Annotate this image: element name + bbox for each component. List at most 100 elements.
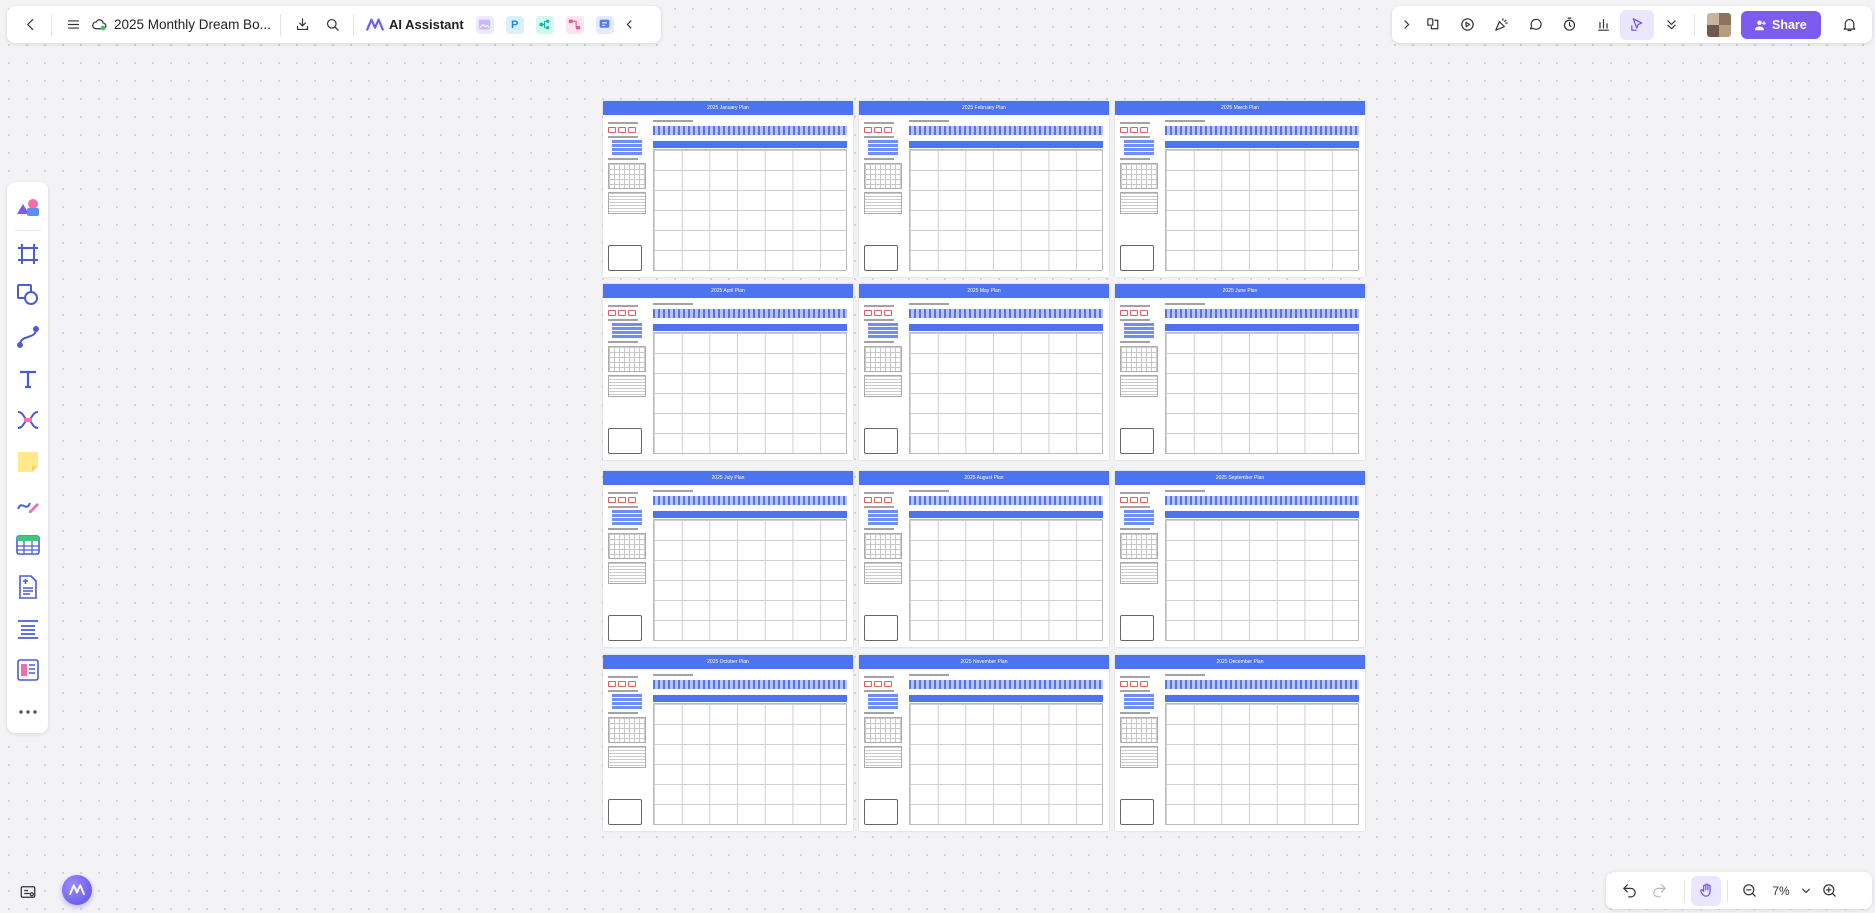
chat-app-icon[interactable] [595, 15, 614, 34]
zoom-level[interactable]: 7% [1768, 884, 1794, 898]
template-layout-icon[interactable] [11, 654, 45, 688]
page-sidebar [1120, 489, 1158, 641]
cloud-sync-icon [88, 10, 110, 40]
monthly-plan-page[interactable]: 2025 September Plan [1115, 471, 1365, 647]
page-title: 2025 November Plan [859, 655, 1109, 669]
page-sidebar [608, 302, 646, 454]
ai-assistant-button[interactable]: AI Assistant [360, 17, 470, 32]
top-right-toolbar: Share [1392, 6, 1872, 43]
month-calendar-grid [909, 519, 1103, 641]
more-tools-icon[interactable] [11, 695, 45, 729]
page-title: 2025 April Plan [603, 284, 853, 298]
document-title[interactable]: 2025 Monthly Dream Bo... [114, 17, 274, 32]
zoom-out-icon[interactable] [1734, 876, 1764, 906]
notes-lines [864, 562, 902, 584]
habit-tracker-strip [909, 496, 1103, 505]
page-sidebar [864, 119, 902, 271]
menu-icon[interactable] [58, 10, 88, 40]
present-play-icon[interactable] [1450, 10, 1484, 40]
list-tool-icon[interactable] [11, 612, 45, 646]
monthly-plan-page[interactable]: 2025 November Plan [859, 655, 1109, 831]
notes-lines [608, 746, 646, 768]
notes-box [864, 245, 898, 271]
document-tool-icon[interactable] [11, 570, 45, 604]
frame-tool-icon[interactable] [11, 237, 45, 271]
flowchart-app-icon[interactable] [565, 15, 584, 34]
weekday-header [653, 511, 847, 518]
redo-icon[interactable] [1644, 876, 1674, 906]
share-label: Share [1772, 17, 1807, 32]
timer-icon[interactable] [1552, 10, 1586, 40]
page-calendar-area [653, 119, 847, 271]
mindmap-app-icon[interactable] [535, 15, 554, 34]
mindmap-tool-icon[interactable] [11, 403, 45, 437]
collapse-chevron-left-icon[interactable] [620, 10, 640, 40]
month-calendar-grid [909, 332, 1103, 454]
monthly-plan-page[interactable]: 2025 March Plan [1115, 101, 1365, 277]
back-icon[interactable] [15, 10, 45, 40]
monthly-plan-page[interactable]: 2025 August Plan [859, 471, 1109, 647]
shape-tool-icon[interactable] [11, 278, 45, 312]
notification-bell-icon[interactable] [1833, 10, 1867, 40]
mini-calendar [608, 163, 646, 189]
hand-pan-icon[interactable] [1691, 875, 1721, 906]
habit-tracker-strip [653, 309, 847, 318]
page-title: 2025 February Plan [859, 101, 1109, 115]
search-icon[interactable] [317, 10, 347, 40]
celebrate-icon[interactable] [1484, 10, 1518, 40]
monthly-plan-page[interactable]: 2025 October Plan [603, 655, 853, 831]
pen-tool-icon[interactable] [11, 487, 45, 521]
zoom-in-icon[interactable] [1814, 876, 1844, 906]
shapes-library-icon[interactable] [11, 190, 45, 224]
more-chevrons-down-icon[interactable] [1654, 10, 1688, 40]
avatar[interactable] [1707, 12, 1731, 37]
expand-chevron-right-icon[interactable] [1396, 10, 1416, 40]
weekday-header [653, 695, 847, 702]
image-gen-icon[interactable] [475, 15, 494, 34]
habit-tracker-strip [1165, 126, 1359, 135]
page-sidebar [1120, 673, 1158, 825]
page-sidebar [1120, 302, 1158, 454]
monthly-plan-page[interactable]: 2025 May Plan [859, 284, 1109, 460]
notes-box [864, 799, 898, 825]
page-title: 2025 January Plan [603, 101, 853, 115]
page-title: 2025 December Plan [1115, 655, 1365, 669]
sticky-note-icon[interactable] [11, 445, 45, 479]
page-sidebar [1120, 119, 1158, 271]
comment-icon[interactable] [1518, 10, 1552, 40]
notes-lines [608, 375, 646, 397]
download-icon[interactable] [287, 10, 317, 40]
follow-cursor-icon[interactable] [1620, 9, 1654, 40]
page-calendar-area [909, 119, 1103, 271]
table-tool-icon[interactable] [11, 528, 45, 562]
zoom-dropdown-chevron-icon[interactable] [1798, 876, 1814, 906]
presentation-app-icon[interactable]: P [505, 15, 524, 34]
month-calendar-grid [909, 703, 1103, 825]
mini-calendar [608, 346, 646, 372]
notes-lines [864, 192, 902, 214]
text-tool-icon[interactable] [11, 362, 45, 396]
mini-calendar [864, 533, 902, 559]
notes-lines [864, 746, 902, 768]
page-title: 2025 August Plan [859, 471, 1109, 485]
page-sidebar [864, 302, 902, 454]
undo-icon[interactable] [1614, 876, 1644, 906]
notes-box [1120, 615, 1154, 641]
monthly-plan-page[interactable]: 2025 February Plan [859, 101, 1109, 277]
mini-calendar [1120, 533, 1158, 559]
vote-icon[interactable] [1586, 10, 1620, 40]
monthly-plan-page[interactable]: 2025 December Plan [1115, 655, 1365, 831]
share-button[interactable]: Share [1741, 10, 1821, 39]
template-icon[interactable] [1416, 10, 1450, 40]
minimap-toggle-icon[interactable] [14, 880, 42, 904]
notes-box [1120, 428, 1154, 454]
monthly-plan-page[interactable]: 2025 April Plan [603, 284, 853, 460]
ai-assistant-fab[interactable] [62, 875, 92, 905]
notes-lines [1120, 562, 1158, 584]
monthly-plan-page[interactable]: 2025 July Plan [603, 471, 853, 647]
monthly-plan-page[interactable]: 2025 January Plan [603, 101, 853, 277]
monthly-plan-page[interactable]: 2025 June Plan [1115, 284, 1365, 460]
connector-tool-icon[interactable] [11, 320, 45, 354]
canvas: 2025 January Plan 2025 February Plan 2025 … [0, 0, 1875, 913]
page-title: 2025 June Plan [1115, 284, 1365, 298]
